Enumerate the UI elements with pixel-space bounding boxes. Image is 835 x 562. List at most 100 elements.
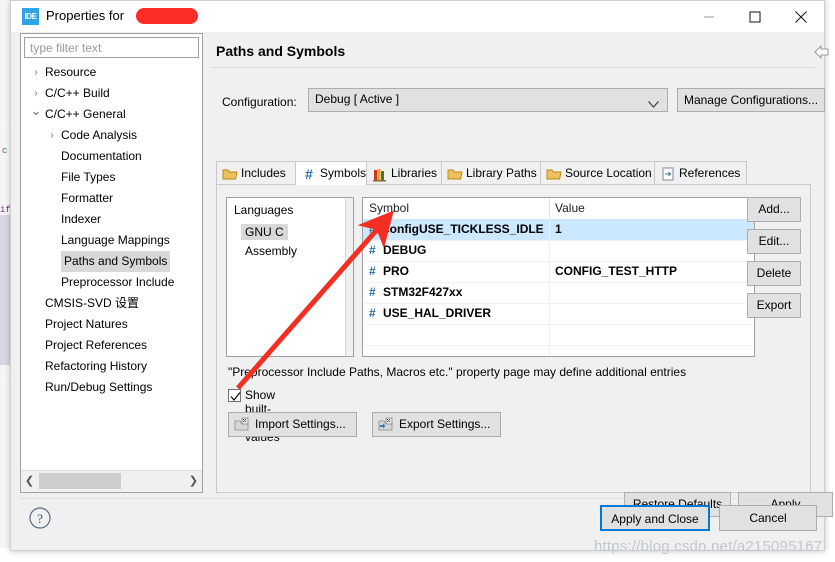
editor-code-fragment: c [2, 146, 8, 156]
footer-divider [20, 498, 815, 499]
sidebar-item-language-mappings[interactable]: Language Mappings [21, 230, 202, 251]
includes-folder-icon [222, 166, 238, 182]
symbols-table[interactable]: Symbol Value # configUSE_TICKLESS_IDLE 1 # D… [362, 197, 755, 357]
checkbox-box[interactable] [228, 389, 241, 402]
sidebar-item-refactoring-history[interactable]: Refactoring History [21, 356, 202, 377]
sidebar-item-label: Preprocessor Include [61, 275, 175, 289]
sidebar-item-label: Documentation [61, 149, 142, 163]
table-row[interactable]: # PRO CONFIG_TEST_HTTP [363, 261, 754, 283]
tree-horizontal-scrollbar[interactable]: ❮ ❯ [21, 470, 202, 492]
close-button[interactable] [778, 1, 824, 32]
ide-icon: IDE [22, 8, 39, 25]
configuration-select[interactable]: Debug [ Active ] [308, 88, 668, 112]
sidebar-item-code-analysis[interactable]: › Code Analysis [21, 125, 202, 146]
sidebar-item-cmsis-svd[interactable]: CMSIS-SVD 设置 [21, 293, 202, 314]
export-button[interactable]: Export [747, 293, 801, 318]
sidebar-item-label: Language Mappings [61, 233, 170, 247]
edit-button[interactable]: Edit... [747, 229, 801, 254]
sidebar-item-c-c-general[interactable]: ⌄ C/C++ General [21, 104, 202, 125]
back-arrow-icon[interactable] [811, 41, 833, 63]
languages-list[interactable]: Languages GNU C Assembly [226, 197, 354, 357]
chevron-down-icon [648, 97, 659, 111]
filter-input-wrapper[interactable]: type filter text [24, 37, 199, 58]
sidebar-item-label: Resource [45, 65, 97, 79]
symbol-name: PRO [383, 264, 410, 278]
tab-source-location[interactable]: Source Location [540, 161, 655, 185]
cell-divider [549, 219, 550, 240]
chevron-right-icon[interactable]: › [45, 125, 59, 146]
settings-page: Paths and Symbols Configuration: Debug [… [211, 33, 833, 517]
table-row[interactable]: # DEBUG [363, 240, 754, 262]
configuration-value: Debug [ Active ] [315, 92, 400, 106]
tab-libraries[interactable]: Libraries [366, 161, 442, 185]
sidebar-item-label: CMSIS-SVD 设置 [45, 296, 140, 310]
symbol-value: 1 [555, 222, 562, 236]
settings-tree-panel: type filter text › Resource › C/C++ Build ⌄ C… [20, 33, 203, 493]
cancel-button[interactable]: Cancel [719, 505, 817, 531]
sidebar-item-documentation[interactable]: Documentation [21, 146, 202, 167]
delete-button[interactable]: Delete [747, 261, 801, 286]
cell-divider [549, 345, 550, 356]
apply-and-close-button[interactable]: Apply and Close [600, 505, 710, 531]
minimize-button[interactable] [686, 1, 732, 32]
sidebar-item-paths-and-symbols[interactable]: Paths and Symbols [21, 251, 202, 272]
sidebar-item-label: Project Natures [45, 317, 128, 331]
symbol-name: STM32F427xx [383, 285, 463, 299]
sidebar-item-project-natures[interactable]: Project Natures [21, 314, 202, 335]
library-paths-folder-icon [447, 166, 463, 182]
tab-label: Source Location [565, 166, 652, 180]
table-row[interactable]: # STM32F427xx [363, 282, 754, 304]
chevron-down-icon[interactable]: ⌄ [29, 104, 43, 118]
tab-references[interactable]: References [654, 161, 747, 185]
hash-icon: # [369, 243, 376, 257]
languages-scrollbar[interactable] [345, 198, 353, 356]
cell-divider [549, 240, 550, 261]
watermark: https://blog.csdn.net/a215095167 [594, 538, 823, 555]
language-item-gnu-c[interactable]: GNU C [241, 224, 288, 240]
tab-includes[interactable]: Includes [216, 161, 296, 185]
column-header-value[interactable]: Value [555, 201, 585, 215]
scroll-right-icon[interactable]: ❯ [185, 471, 202, 491]
manage-configurations-button[interactable]: Manage Configurations... [677, 88, 825, 112]
export-settings-button[interactable]: Export Settings... [372, 412, 502, 437]
table-row[interactable] [363, 345, 754, 356]
sidebar-item-formatter[interactable]: Formatter [21, 188, 202, 209]
import-settings-button[interactable]: Import Settings... [228, 412, 357, 437]
settings-tree[interactable]: › Resource › C/C++ Build ⌄ C/C++ General › Code… [21, 62, 202, 470]
sidebar-item-c-c-build[interactable]: › C/C++ Build [21, 83, 202, 104]
add-button[interactable]: Add... [747, 197, 801, 222]
sidebar-item-project-references[interactable]: Project References [21, 335, 202, 356]
export-settings-icon [378, 417, 394, 433]
help-question-icon[interactable]: ? [28, 506, 52, 530]
filter-placeholder: type filter text [30, 41, 102, 55]
additional-entries-note: "Preprocessor Include Paths, Macros etc.… [228, 365, 687, 379]
tab-label: Includes [241, 166, 286, 180]
table-row[interactable] [363, 324, 754, 346]
sidebar-item-label: C/C++ General [45, 107, 126, 121]
scroll-left-icon[interactable]: ❮ [21, 471, 38, 491]
sidebar-item-indexer[interactable]: Indexer [21, 209, 202, 230]
cell-divider [549, 261, 550, 282]
chevron-right-icon[interactable]: › [29, 83, 43, 104]
column-header-symbol[interactable]: Symbol [369, 201, 409, 215]
page-title: Paths and Symbols [216, 43, 346, 59]
sidebar-item-file-types[interactable]: File Types [21, 167, 202, 188]
tab-symbols[interactable]: # Symbols [295, 161, 367, 185]
table-row[interactable]: # configUSE_TICKLESS_IDLE 1 [363, 219, 754, 241]
tab-library-paths[interactable]: Library Paths [441, 161, 541, 185]
language-item-assembly[interactable]: Assembly [245, 244, 297, 258]
chevron-right-icon[interactable]: › [29, 62, 43, 83]
sidebar-item-run-debug-settings[interactable]: Run/Debug Settings [21, 377, 202, 398]
column-divider[interactable] [549, 198, 550, 219]
cell-divider [549, 324, 550, 345]
sidebar-item-resource[interactable]: › Resource [21, 62, 202, 83]
tab-label: References [679, 166, 741, 180]
scrollbar-thumb[interactable] [39, 473, 121, 489]
title-bar[interactable]: IDE Properties for [11, 1, 824, 33]
table-row[interactable]: # USE_HAL_DRIVER [363, 303, 754, 325]
symbols-panel: Languages GNU C Assembly Symbol Value # co… [216, 185, 833, 517]
maximize-button[interactable] [732, 1, 778, 32]
sidebar-item-preprocessor-include[interactable]: Preprocessor Include [21, 272, 202, 293]
symbol-name: DEBUG [383, 243, 427, 257]
sidebar-item-label: Indexer [61, 212, 102, 226]
